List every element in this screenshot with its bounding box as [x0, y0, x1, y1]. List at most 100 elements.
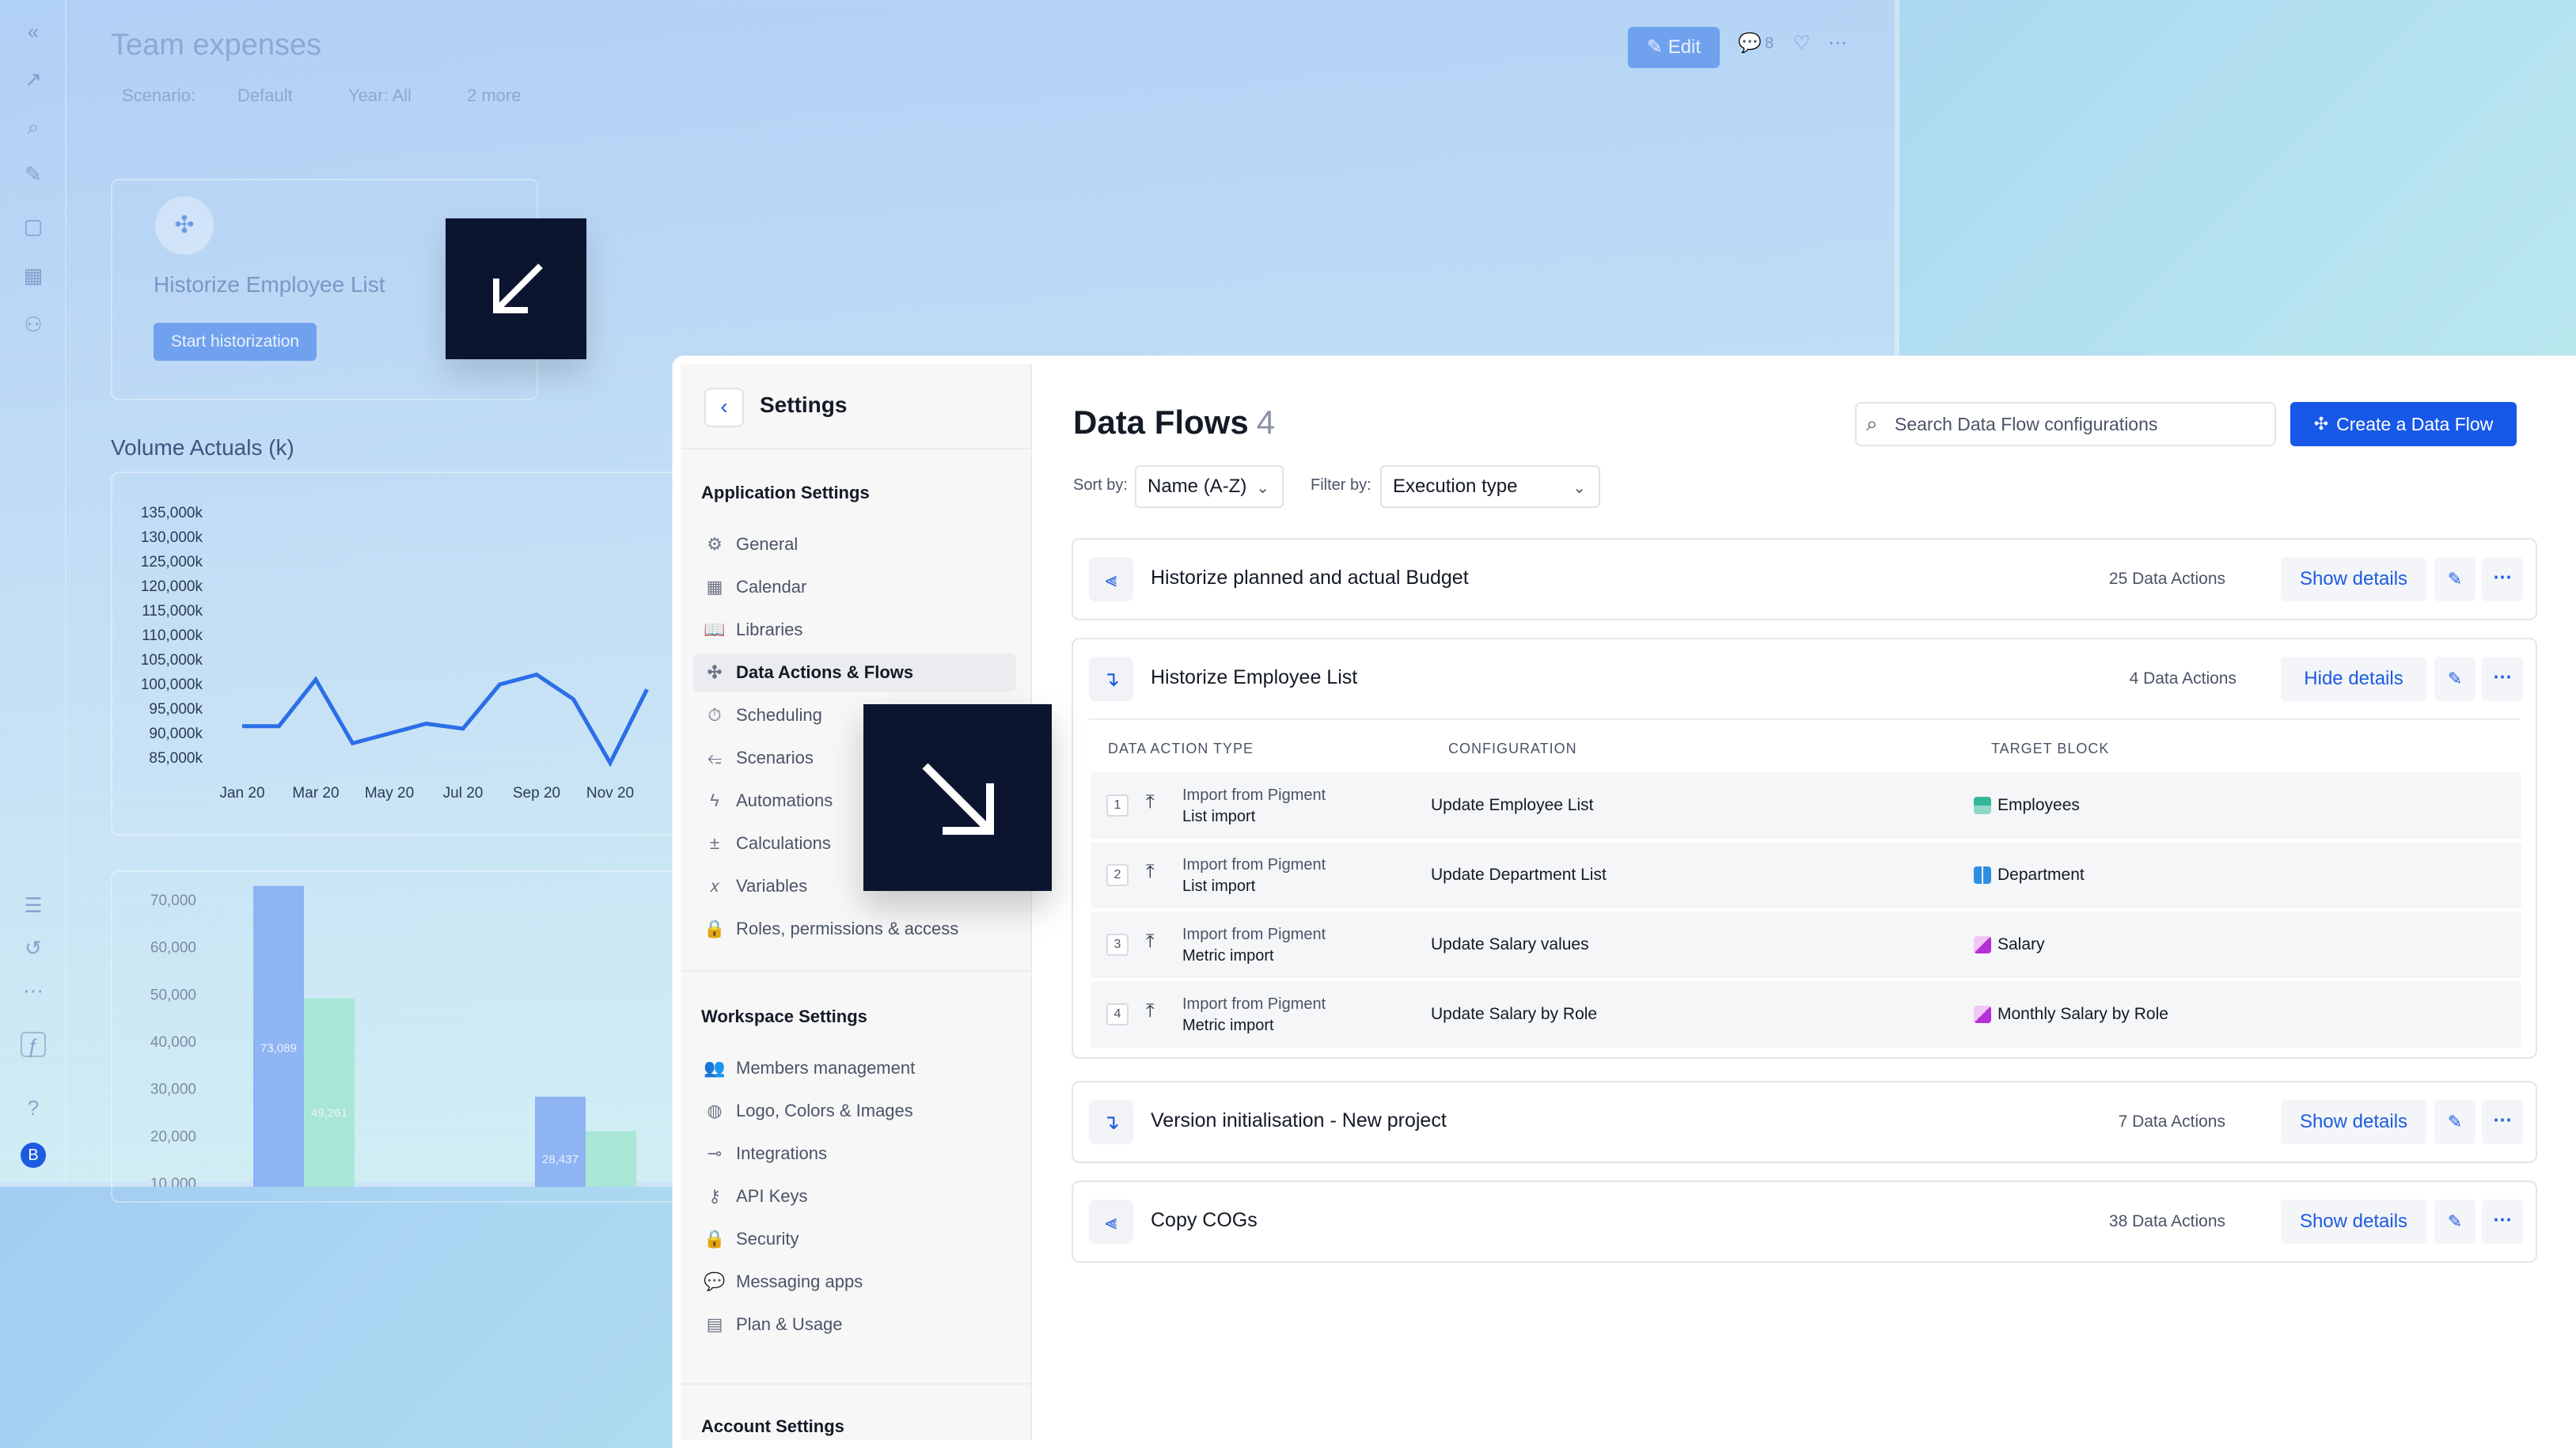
- pencil-icon: ✎: [2447, 1211, 2463, 1231]
- bar-data-label: 73,089: [260, 1042, 297, 1056]
- sidebar-item-label: API Keys: [736, 1186, 808, 1206]
- sort-value: Name (A-Z): [1148, 476, 1247, 497]
- more-icon: ⋯: [2493, 666, 2512, 688]
- arrow-down-right-tile: [863, 704, 1052, 891]
- bar: [535, 1096, 586, 1187]
- pencil-icon: ✎: [1646, 36, 1668, 58]
- back-button[interactable]: ‹: [704, 388, 744, 427]
- search-icon[interactable]: ⌕: [21, 114, 46, 139]
- sidebar-item-label: Members management: [736, 1058, 916, 1078]
- book-icon: 📖: [704, 620, 726, 639]
- formula-icon[interactable]: ƒ: [21, 1032, 46, 1058]
- x-icon: 𝑥: [709, 876, 720, 896]
- gear-icon: ⚙: [707, 534, 723, 554]
- more-options-button[interactable]: ⋯: [2482, 1200, 2523, 1244]
- help-icon[interactable]: ?: [21, 1095, 46, 1120]
- edit-flow-button[interactable]: ✎: [2434, 1100, 2475, 1144]
- app-rail: « ↗ ⌕ ✎ ▢ ▦ ⚇ ☰ ↺ ⋯ ƒ ? B: [0, 0, 66, 1187]
- sidebar-item-label: General: [736, 534, 799, 554]
- hide-details-button[interactable]: Hide details: [2281, 657, 2426, 701]
- sidebar-separator: [681, 970, 1030, 972]
- bar-data-label: 28,437: [542, 1153, 579, 1166]
- show-details-button[interactable]: Show details: [2281, 557, 2426, 601]
- table-row[interactable]: 4 ⤒ Import from Pigment Metric import Upd…: [1091, 981, 2521, 1048]
- y-tick-label: 50,000: [150, 987, 196, 1003]
- more-icon[interactable]: ⋯: [21, 978, 46, 1003]
- avatar[interactable]: B: [21, 1143, 46, 1168]
- scenario-filter-label[interactable]: Scenario:: [122, 85, 195, 106]
- flow-action-count: 7 Data Actions: [2118, 1113, 2225, 1131]
- table-row[interactable]: 3 ⤒ Import from Pigment Metric import Upd…: [1091, 912, 2521, 978]
- action-type: Import from Pigment Metric import: [1182, 994, 1326, 1037]
- sidebar-item-label: Security: [736, 1229, 799, 1249]
- sidebar-item-calendar[interactable]: ▦ Calendar: [693, 568, 1016, 606]
- comment-icon[interactable]: 💬: [1738, 32, 1762, 55]
- sort-select[interactable]: Name (A-Z) ⌄: [1135, 465, 1284, 508]
- grid-icon[interactable]: ▦: [21, 263, 46, 288]
- comment-count: 8: [1765, 35, 1774, 52]
- lightbulb-icon[interactable]: ♡: [1793, 32, 1811, 55]
- sidebar-item-security[interactable]: 🔒 Security: [693, 1220, 1016, 1258]
- year-filter[interactable]: Year: All: [348, 85, 412, 106]
- y-tick-label: 120,000k: [141, 578, 203, 595]
- sidebar-item-plan-usage[interactable]: ▤ Plan & Usage: [693, 1306, 1016, 1344]
- application-settings-heading: Application Settings: [701, 483, 870, 502]
- action-type-label: Import from Pigment: [1182, 856, 1326, 874]
- table-row[interactable]: 2 ⤒ Import from Pigment List import Updat…: [1091, 842, 2521, 908]
- flow-icon: ⫷: [1089, 1200, 1133, 1244]
- checklist-icon[interactable]: ☰: [21, 893, 46, 918]
- x-tick-label: May 20: [365, 785, 414, 802]
- nodes-icon[interactable]: ⚇: [21, 312, 46, 337]
- more-options-button[interactable]: ⋯: [2482, 657, 2523, 701]
- edit-icon[interactable]: ✎: [21, 161, 46, 187]
- edit-label: Edit: [1667, 36, 1702, 58]
- share-icon[interactable]: ↗: [21, 66, 46, 92]
- sidebar-item-roles[interactable]: 🔒 Roles, permissions & access: [693, 910, 1016, 948]
- more-options-button[interactable]: ⋯: [2482, 1100, 2523, 1144]
- row-number: 3: [1106, 934, 1129, 956]
- column-header-target: TARGET BLOCK: [1991, 741, 2110, 756]
- edit-flow-button[interactable]: ✎: [2434, 657, 2475, 701]
- more-filters[interactable]: 2 more: [467, 85, 521, 106]
- table-row[interactable]: 1 ⤒ Import from Pigment List import Updat…: [1091, 772, 2521, 839]
- configuration: Update Department List: [1431, 866, 1607, 884]
- column-header-config: CONFIGURATION: [1448, 741, 1577, 756]
- sidebar-item-general[interactable]: ⚙ General: [693, 525, 1016, 563]
- edit-flow-button[interactable]: ✎: [2434, 1200, 2475, 1244]
- sidebar-item-label: Data Actions & Flows: [736, 662, 914, 682]
- scenario-filter-value[interactable]: Default: [237, 85, 293, 106]
- sidebar-item-members[interactable]: 👥 Members management: [693, 1049, 1016, 1087]
- start-historization-button[interactable]: Start historization: [154, 323, 317, 361]
- sidebar-item-logo-colors[interactable]: ◍ Logo, Colors & Images: [693, 1092, 1016, 1130]
- sidebar-item-messaging-apps[interactable]: 💬 Messaging apps: [693, 1263, 1016, 1301]
- bar: [304, 998, 355, 1187]
- row-number: 2: [1106, 864, 1129, 886]
- more-options-button[interactable]: ⋯: [2482, 557, 2523, 601]
- settings-sidebar: ‹ Settings Application Settings ⚙ General…: [681, 364, 1032, 1440]
- history-icon[interactable]: ↺: [21, 935, 46, 961]
- flow-header: ↴ Historize Employee List 4 Data Actions…: [1073, 639, 2536, 718]
- more-icon: ⋯: [2493, 567, 2512, 588]
- edit-button[interactable]: ✎ Edit: [1628, 27, 1720, 68]
- sidebar-item-data-actions-flows[interactable]: ✣ Data Actions & Flows: [693, 654, 1016, 692]
- edit-flow-button[interactable]: ✎: [2434, 557, 2475, 601]
- search-input[interactable]: ⌕ Search Data Flow configurations: [1855, 402, 2276, 446]
- sidebar-item-libraries[interactable]: 📖 Libraries: [693, 611, 1016, 649]
- flow-card: ⫷ Copy COGs 38 Data Actions Show details…: [1072, 1181, 2537, 1263]
- collapse-icon[interactable]: «: [21, 19, 46, 44]
- board-icon[interactable]: ▢: [21, 214, 46, 239]
- create-data-flow-button[interactable]: ✣ Create a Data Flow: [2290, 402, 2517, 446]
- filter-select[interactable]: Execution type ⌄: [1380, 465, 1600, 508]
- y-tick-label: 95,000k: [149, 701, 203, 718]
- show-details-button[interactable]: Show details: [2281, 1100, 2426, 1144]
- action-subtype: Metric import: [1182, 1017, 1274, 1034]
- sidebar-item-integrations[interactable]: ⊸ Integrations: [693, 1135, 1016, 1173]
- configuration: Update Salary by Role: [1431, 1005, 1598, 1023]
- show-details-button[interactable]: Show details: [2281, 1200, 2426, 1244]
- more-icon[interactable]: ⋯: [1828, 32, 1847, 55]
- main-panel: Data Flows 4 ⌕ Search Data Flow configura…: [1032, 364, 2568, 1440]
- y-tick-label: 70,000: [150, 893, 196, 909]
- sidebar-item-label: Messaging apps: [736, 1272, 863, 1291]
- table-divider: [1089, 718, 2520, 720]
- sidebar-item-api-keys[interactable]: ⚷ API Keys: [693, 1177, 1016, 1215]
